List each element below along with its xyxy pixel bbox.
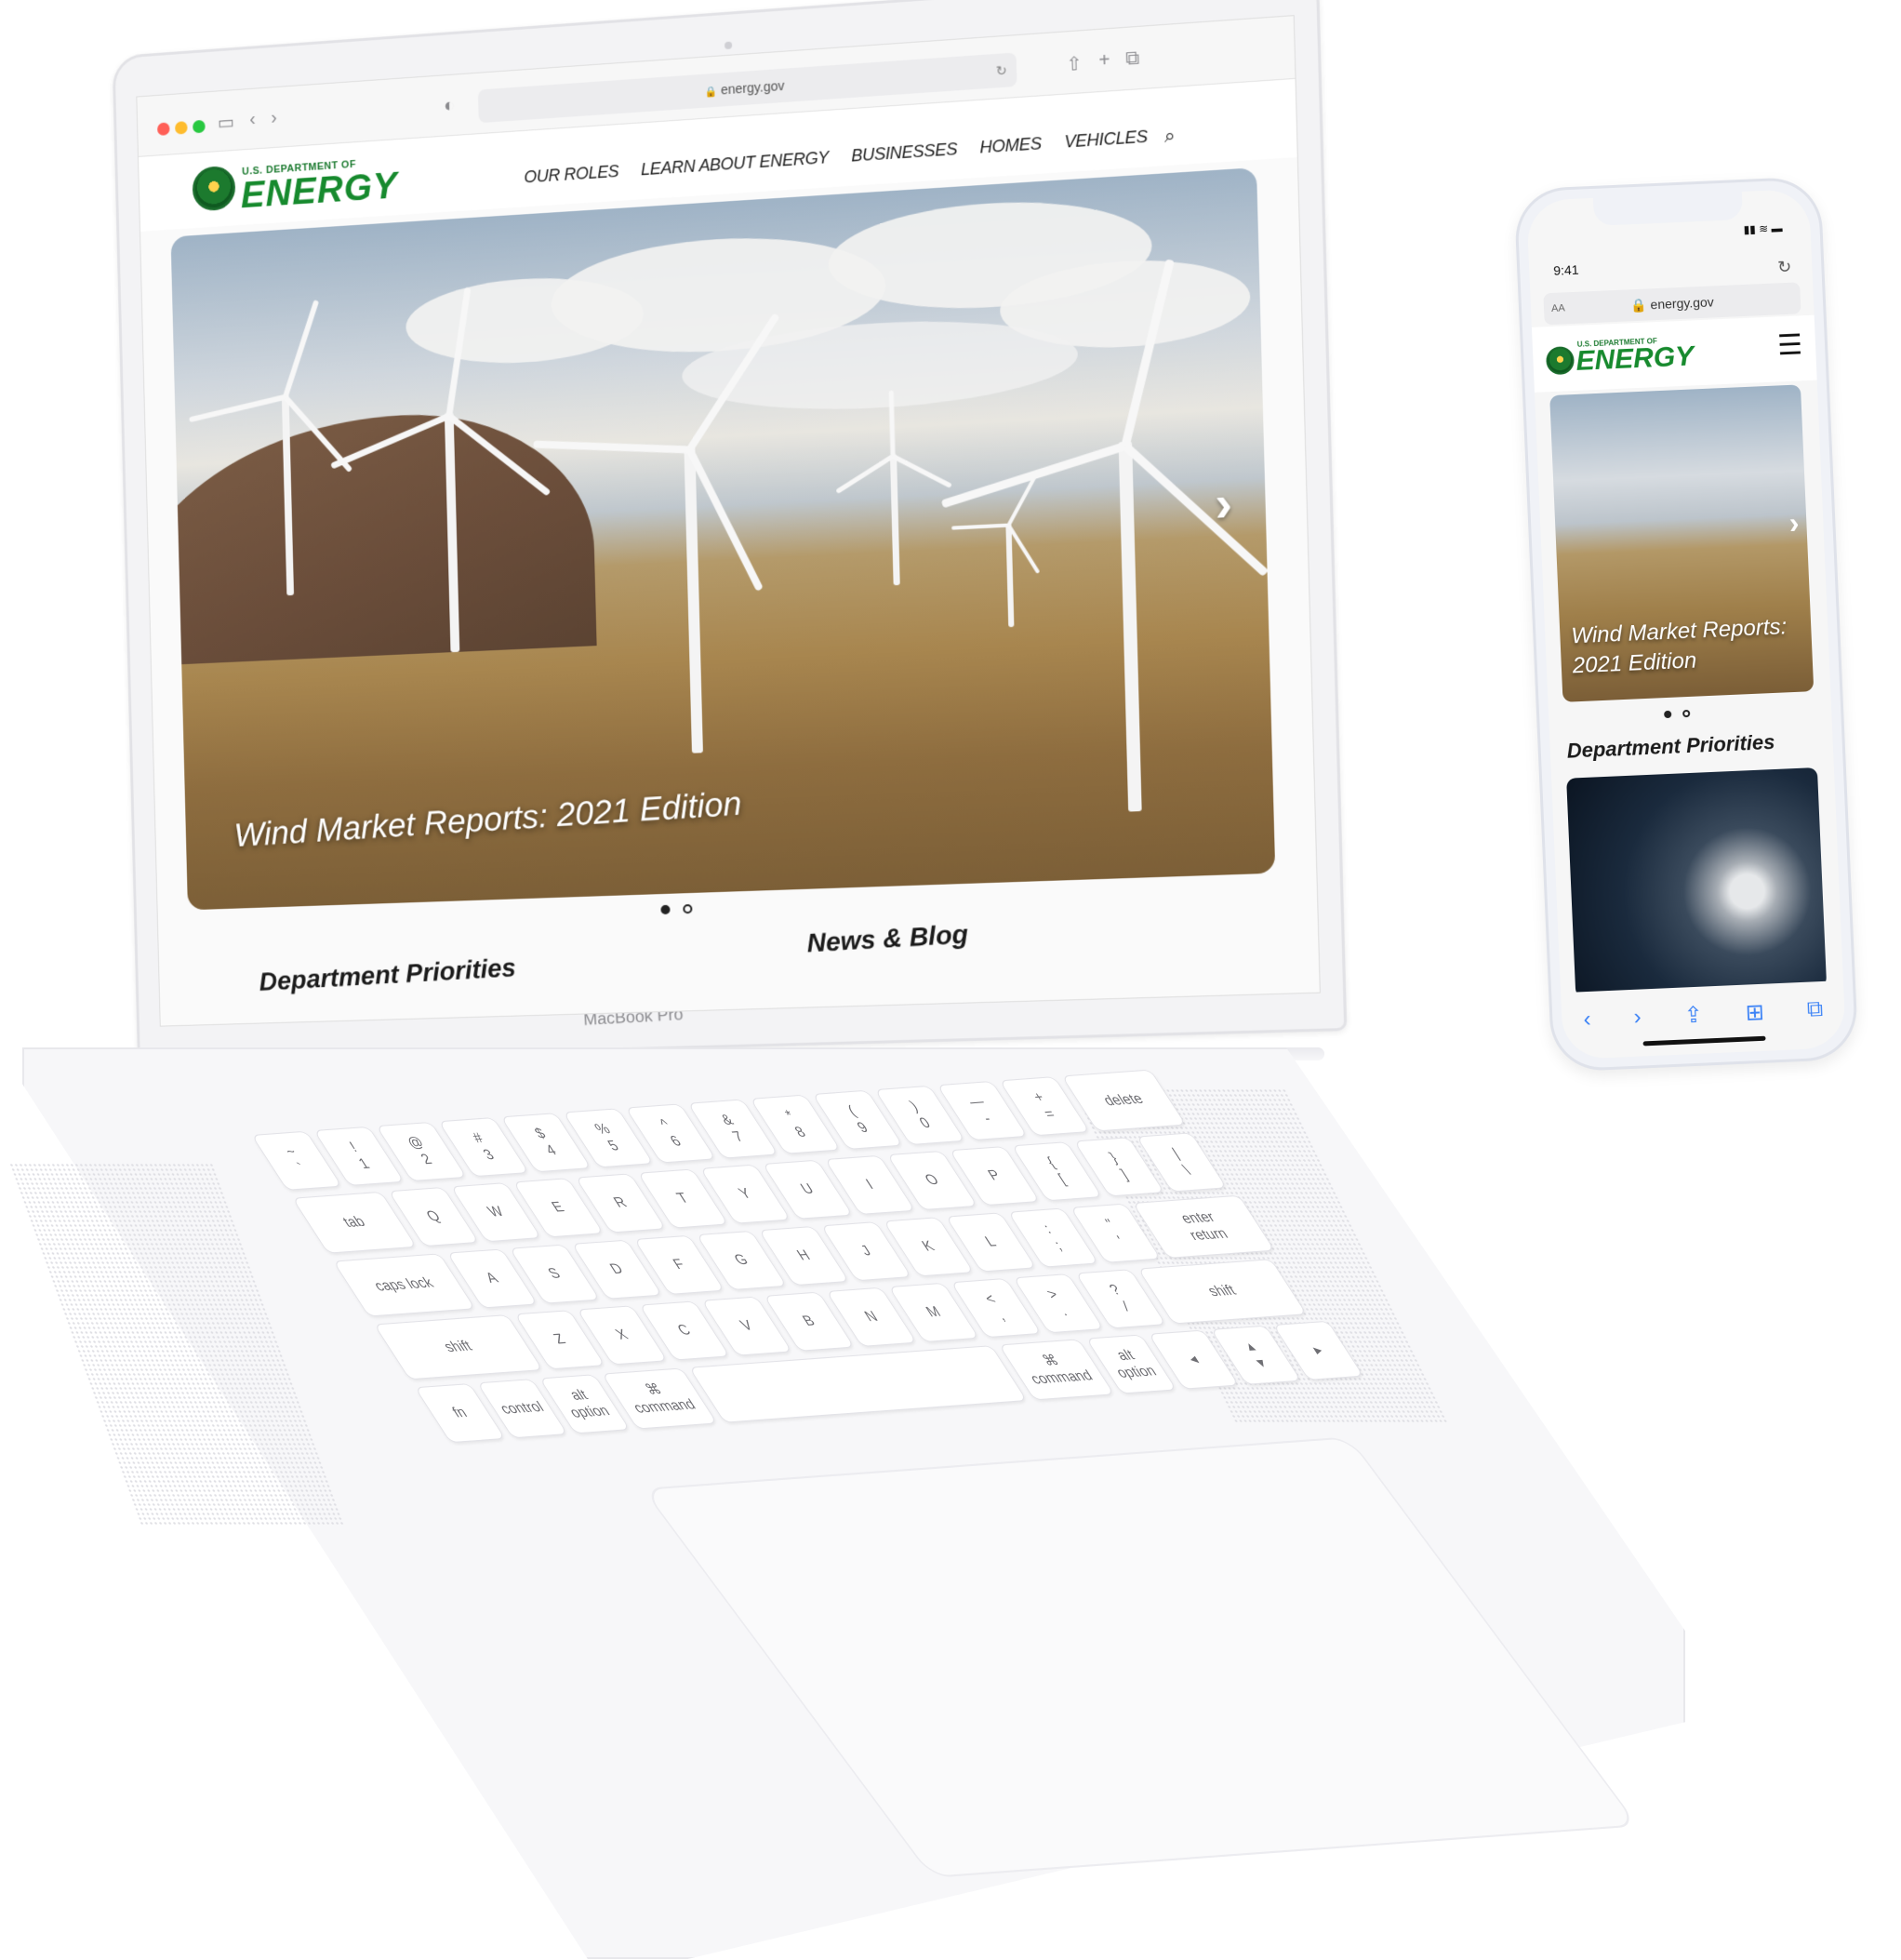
forward-icon[interactable]: › xyxy=(271,108,277,129)
news-blog-heading: News & Blog xyxy=(805,919,969,958)
back-icon[interactable]: ‹ xyxy=(1583,1007,1591,1033)
carousel-dot-2[interactable] xyxy=(1682,709,1691,718)
department-priorities-heading: Department Priorities xyxy=(258,953,517,996)
lock-icon: 🔒 xyxy=(704,86,718,99)
hero-title[interactable]: Wind Market Reports: 2021 Edition xyxy=(233,783,743,855)
close-window-button[interactable] xyxy=(156,122,170,136)
carousel-dot-1[interactable] xyxy=(1664,710,1672,719)
doe-seal-icon[interactable] xyxy=(192,165,236,212)
phone-carousel-dots xyxy=(1664,709,1691,719)
reader-mode-button[interactable]: AA xyxy=(1550,292,1565,325)
share-icon[interactable]: ⇪ xyxy=(1683,1001,1703,1029)
share-icon[interactable]: ⇧ xyxy=(1066,52,1083,77)
reload-icon[interactable]: ↻ xyxy=(995,53,1007,87)
phone-device: 9:41 ▮▮ ≋ ▬ AA 🔒 energy.gov ↻ U.S. DEPAR… xyxy=(1513,176,1859,1073)
doe-seal-icon[interactable] xyxy=(1545,346,1575,376)
phone-screen: 9:41 ▮▮ ≋ ▬ AA 🔒 energy.gov ↻ U.S. DEPAR… xyxy=(1525,188,1847,1060)
lock-icon: 🔒 xyxy=(1629,297,1647,313)
nav-our-roles[interactable]: OUR ROLES xyxy=(524,162,618,188)
url-text: energy.gov xyxy=(720,77,785,98)
hamburger-menu-icon[interactable]: ☰ xyxy=(1776,328,1802,362)
hero-slide[interactable]: Wind Market Reports: 2021 Edition › xyxy=(170,167,1276,911)
space-bar[interactable] xyxy=(688,1345,1028,1423)
phone-site-header: U.S. DEPARTMENT OF ENERGY ☰ xyxy=(1531,314,1817,393)
main-nav: OUR ROLES LEARN ABOUT ENERGY BUSINESSES … xyxy=(524,127,1148,187)
new-tab-icon[interactable]: + xyxy=(1098,49,1110,72)
hurricane-earth-image[interactable] xyxy=(1566,767,1828,998)
phone-hero-slide[interactable]: Wind Market Reports: 2021 Edition › xyxy=(1549,384,1815,702)
carousel-dot-1[interactable] xyxy=(660,904,671,915)
tabs-icon[interactable]: ⧉ xyxy=(1806,996,1823,1023)
minimize-window-button[interactable] xyxy=(174,121,188,135)
phone-department-priorities-heading: Department Priorities xyxy=(1566,729,1775,763)
chevron-right-icon[interactable]: › xyxy=(1214,474,1232,534)
sidebar-icon[interactable]: ▭ xyxy=(218,111,235,135)
nav-businesses[interactable]: BUSINESSES xyxy=(851,140,957,167)
maximize-window-button[interactable] xyxy=(193,119,206,134)
phone-hero-title[interactable]: Wind Market Reports: 2021 Edition xyxy=(1571,612,1806,682)
signal-wifi-battery-icon: ▮▮ ≋ ▬ xyxy=(1743,221,1783,236)
shield-icon[interactable]: ◐ xyxy=(444,95,455,117)
nav-learn-about-energy[interactable]: LEARN ABOUT ENERGY xyxy=(641,148,830,180)
logo-title[interactable]: ENERGY xyxy=(1575,340,1695,377)
nav-homes[interactable]: HOMES xyxy=(979,134,1042,158)
chevron-right-icon[interactable]: › xyxy=(1788,506,1800,540)
shift-key[interactable]: shift xyxy=(1137,1259,1308,1325)
back-icon[interactable]: ‹ xyxy=(249,109,256,130)
laptop-screen: ▭ ‹ › ◐ 🔒 energy.gov ↻ ⇧ + ⧉ U.S. DEPARTM… xyxy=(136,15,1321,1027)
laptop-lid: MacBook Pro ▭ ‹ › ◐ 🔒 energy.gov ↻ ⇧ + ⧉ … xyxy=(0,0,1348,1087)
carousel-dots xyxy=(660,903,693,915)
nav-vehicles[interactable]: VEHICLES xyxy=(1064,127,1148,152)
search-icon[interactable]: ⌕ xyxy=(1164,126,1176,148)
bookmarks-icon[interactable]: ⊞ xyxy=(1745,998,1764,1026)
phone-notch xyxy=(1592,191,1744,226)
status-time: 9:41 xyxy=(1552,261,1579,278)
reload-icon[interactable]: ↻ xyxy=(1777,251,1793,284)
phone-url-text: energy.gov xyxy=(1650,294,1715,313)
forward-icon[interactable]: › xyxy=(1633,1005,1642,1031)
carousel-dot-2[interactable] xyxy=(683,903,693,914)
tabs-icon[interactable]: ⧉ xyxy=(1125,47,1139,70)
